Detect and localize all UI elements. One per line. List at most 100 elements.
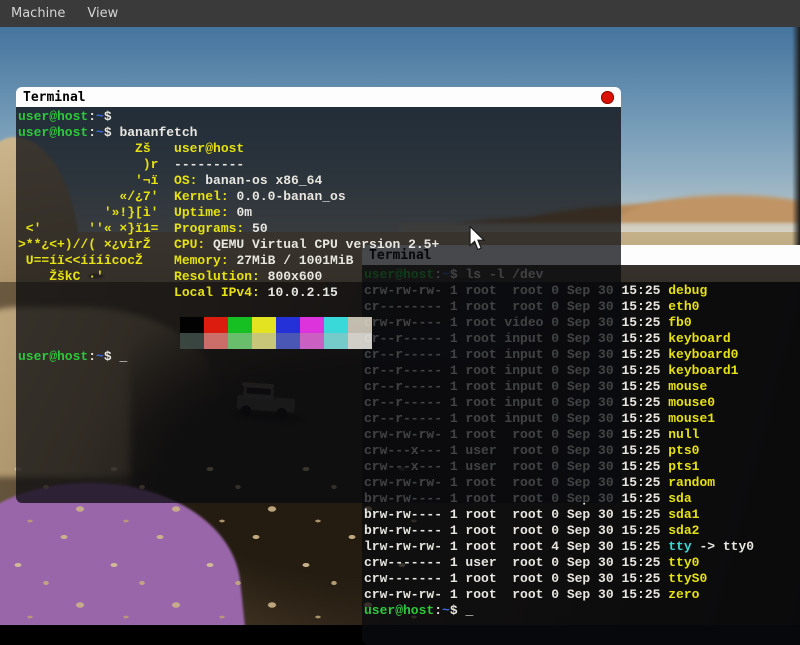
palette-color-block [252, 317, 276, 333]
mouse-cursor [469, 226, 487, 256]
palette-color-block [252, 333, 276, 349]
prompt-path: ~ [96, 125, 104, 140]
fetch-row: '»!}[ì'Uptime: 0m [18, 205, 621, 221]
menu-item-view[interactable]: View [76, 2, 129, 25]
fetch-label: CPU: [174, 237, 213, 252]
palette-color-block [204, 333, 228, 349]
fetch-label: Programs: [174, 221, 252, 236]
fetch-label: OS: [174, 173, 205, 188]
ls-row: crw------- 1 root root 0 Sep 30 15:25 tt… [364, 571, 800, 587]
file-name: eth0 [668, 299, 699, 314]
command-text: bananfetch [119, 125, 197, 140]
file-name: keyboard1 [668, 363, 738, 378]
file-name: tty [668, 539, 691, 554]
prompt-user: user@host [18, 349, 88, 364]
file-meta: crw------- 1 root root 0 Sep 30 15:25 [364, 571, 668, 586]
menu-item-machine[interactable]: Machine [0, 2, 76, 25]
prompt-path: ~ [96, 109, 104, 124]
ascii-art: U==íï<<íííîcocŽ [18, 253, 174, 269]
ascii-art: <' ''« ×}ï1= [18, 221, 174, 237]
palette-color-block [276, 317, 300, 333]
close-button[interactable] [601, 91, 614, 104]
prompt-user: user@host [18, 125, 88, 140]
palette-color-block [180, 317, 204, 333]
prompt-user: user@host [18, 109, 88, 124]
fetch-label: Kernel: [174, 189, 236, 204]
symlink-target: -> tty0 [692, 539, 754, 554]
file-name: mouse1 [668, 411, 715, 426]
ls-row: brw-rw---- 1 root root 0 Sep 30 15:25 sd… [364, 507, 800, 523]
wallpaper-right-edge [792, 27, 800, 257]
vm-menu-bar: Machine View [0, 0, 800, 27]
file-name: debug [668, 283, 707, 298]
file-name: null [668, 427, 699, 442]
fetch-label: Local IPv4: [174, 285, 268, 300]
color-palette-row-normal [180, 317, 621, 333]
fetch-row: Local IPv4: 10.0.2.15 [18, 285, 621, 301]
palette-color-block [324, 333, 348, 349]
fetch-row: «/¿7'Kernel: 0.0.0-banan_os [18, 189, 621, 205]
fetch-row: <' ''« ×}ï1=Programs: 50 [18, 221, 621, 237]
ascii-art: Zš [18, 141, 174, 157]
palette-color-block [276, 333, 300, 349]
fetch-value: 10.0.2.15 [268, 285, 338, 300]
file-name: mouse0 [668, 395, 715, 410]
window-title: Terminal [23, 90, 601, 105]
ascii-art: ŽškC ·' [18, 269, 174, 285]
fetch-row: >**¿<+)//( ×¿vîrŽCPU: QEMU Virtual CPU v… [18, 237, 621, 253]
file-name: sda2 [668, 523, 699, 538]
fetch-row: ŽškC ·'Resolution: 800x600 [18, 269, 621, 285]
text-cursor: _ [465, 603, 473, 618]
fetch-label: Memory: [174, 253, 236, 268]
terminal-line: user@host:~$ [18, 109, 621, 125]
file-meta: brw-rw---- 1 root root 0 Sep 30 15:25 [364, 507, 668, 522]
fetch-value: --------- [174, 157, 244, 172]
palette-color-block [228, 317, 252, 333]
fetch-value: 800x600 [268, 269, 323, 284]
ascii-art: >**¿<+)//( ×¿vîrŽ [18, 237, 174, 253]
fetch-row: U==íï<<íííîcocŽMemory: 27MiB / 1001MiB [18, 253, 621, 269]
terminal-line: user@host:~$ _ [364, 603, 800, 619]
prompt-path: ~ [442, 603, 450, 618]
ls-row: crw------- 1 user root 0 Sep 30 15:25 tt… [364, 555, 800, 571]
file-name: sda [668, 491, 691, 506]
fetch-value: 27MiB / 1001MiB [236, 253, 353, 268]
palette-color-block [300, 333, 324, 349]
palette-color-block [348, 317, 372, 333]
ls-row: brw-rw---- 1 root root 0 Sep 30 15:25 sd… [364, 523, 800, 539]
file-name: pts1 [668, 459, 699, 474]
prompt-path: ~ [96, 349, 104, 364]
file-name: pts0 [668, 443, 699, 458]
fetch-value: banan-os x86_64 [205, 173, 322, 188]
ls-row: crw-rw-rw- 1 root root 0 Sep 30 15:25 ze… [364, 587, 800, 603]
fetch-row: Zšuser@host [18, 141, 621, 157]
ascii-art: )r [18, 157, 174, 173]
file-name: ttyS0 [668, 571, 707, 586]
terminal-1-titlebar[interactable]: Terminal [16, 87, 621, 107]
fetch-value: QEMU Virtual CPU version 2.5+ [213, 237, 439, 252]
fetch-value: 50 [252, 221, 268, 236]
palette-color-block [348, 333, 372, 349]
text-cursor: _ [119, 349, 127, 364]
terminal-line [18, 301, 621, 317]
fetch-row: '¬ïOS: banan-os x86_64 [18, 173, 621, 189]
file-name: fb0 [668, 315, 691, 330]
fetch-value: 0.0.0-banan_os [236, 189, 345, 204]
file-meta: lrw-rw-rw- 1 root root 4 Sep 30 15:25 [364, 539, 668, 554]
terminal-1-screen[interactable]: user@host:~$ user@host:~$ bananfetch Zšu… [16, 107, 621, 503]
file-name: keyboard0 [668, 347, 738, 362]
file-name: random [668, 475, 715, 490]
palette-color-block [300, 317, 324, 333]
palette-color-block [228, 333, 252, 349]
fetch-label: Resolution: [174, 269, 268, 284]
file-name: zero [668, 587, 699, 602]
fetch-value: user@host [174, 141, 244, 156]
file-name: tty0 [668, 555, 699, 570]
prompt-user: user@host [364, 603, 434, 618]
terminal-window-1: Terminal user@host:~$ user@host:~$ banan… [16, 87, 621, 503]
fetch-label: Uptime: [174, 205, 236, 220]
fetch-value: 0m [236, 205, 252, 220]
ls-row: lrw-rw-rw- 1 root root 4 Sep 30 15:25 tt… [364, 539, 800, 555]
file-meta: brw-rw---- 1 root root 0 Sep 30 15:25 [364, 523, 668, 538]
color-palette-row-bright [180, 333, 621, 349]
